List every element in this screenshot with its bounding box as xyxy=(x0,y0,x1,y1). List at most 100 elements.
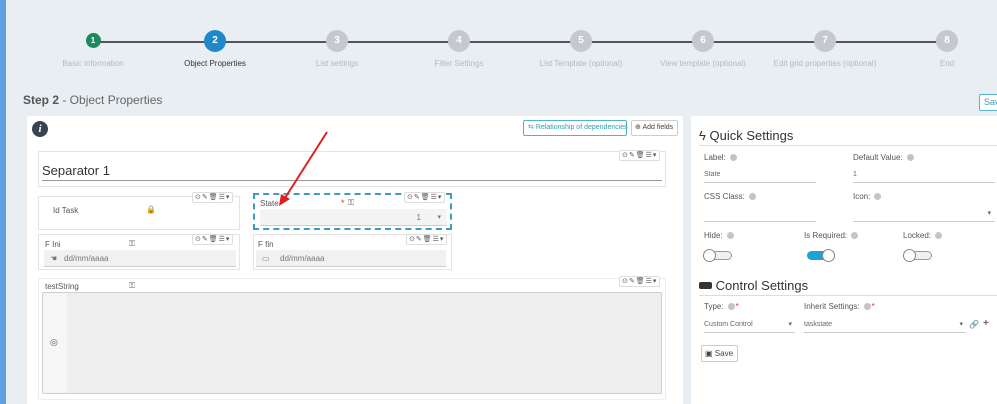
chevron-down-icon: ▾ xyxy=(788,321,792,328)
relationship-dependencies-button[interactable]: ⇆ Relationship of dependencies xyxy=(523,120,628,136)
toggle-knob xyxy=(822,249,835,262)
state-select[interactable]: 1 ▾ xyxy=(260,209,447,226)
f-ini-tools[interactable]: ⊙✎🗑☰▾ xyxy=(192,234,234,245)
step-prefix: Step 2 xyxy=(23,93,60,107)
separator-title: Separator 1 xyxy=(42,163,110,178)
f-ini-placeholder: dd/mm/aaaa xyxy=(64,254,109,263)
locked-label: Locked: xyxy=(903,231,943,240)
quick-settings-divider xyxy=(699,145,997,146)
type-select[interactable]: Custom Control ▾ xyxy=(704,319,795,333)
icon-select[interactable]: ▾ xyxy=(853,208,995,222)
plus-icon[interactable]: + xyxy=(983,318,989,329)
chevron-down-icon: ▾ xyxy=(959,321,963,328)
step-8[interactable]: 8 End xyxy=(877,30,997,68)
is-required-label: Is Required: xyxy=(804,231,859,240)
settings-panel: ϟ Quick Settings Label: State Default Va… xyxy=(691,116,997,404)
css-class-input[interactable] xyxy=(704,208,816,222)
relationship-icon: ⇆ xyxy=(528,124,534,131)
save-icon: ▣ xyxy=(705,349,713,358)
add-fields-label: Add fields xyxy=(642,124,674,131)
chevron-down-icon: ▾ xyxy=(437,214,441,221)
test-string-textarea[interactable]: ◎ xyxy=(42,292,662,394)
step-3-circle: 3 xyxy=(326,30,348,52)
test-string-label: testString xyxy=(45,282,79,291)
help-icon xyxy=(729,154,737,161)
step-2[interactable]: 2 Object Properties xyxy=(145,30,285,68)
inherit-settings-select[interactable]: taskstate ▾ xyxy=(804,319,966,333)
step-5-label: List Template (optional) xyxy=(539,59,623,68)
state-tools[interactable]: ⊙✎🗑☰▾ xyxy=(404,192,446,203)
label-input[interactable]: State xyxy=(704,169,816,183)
info-icon[interactable]: i xyxy=(32,121,48,137)
step-4-label: Filter Settings xyxy=(434,59,484,68)
step-6-label: View template (optional) xyxy=(660,59,746,68)
id-task-label: Id Task xyxy=(53,206,79,215)
hide-toggle[interactable] xyxy=(703,249,732,262)
toggle-knob xyxy=(703,249,716,262)
key-icon: ⚿ xyxy=(129,239,136,248)
locked-label-text: Locked: xyxy=(903,231,932,240)
help-icon xyxy=(863,303,871,310)
save-button-top[interactable]: Sav xyxy=(979,94,997,111)
css-class-label-text: CSS Class: xyxy=(704,192,745,201)
hdd-icon xyxy=(699,282,712,289)
step-3[interactable]: 3 List settings xyxy=(267,30,407,68)
step-1-label: Basic information xyxy=(62,59,124,68)
step-6-circle: 6 xyxy=(692,30,714,52)
f-fin-tools[interactable]: ⊙✎🗑☰▾ xyxy=(406,234,448,245)
type-select-value: Custom Control xyxy=(704,321,753,328)
link-icon[interactable]: 🔗 xyxy=(969,320,979,329)
default-value-input[interactable]: 1 xyxy=(853,169,995,183)
test-string-tools[interactable]: ⊙✎🗑☰▾ xyxy=(619,276,661,287)
step-2-circle: 2 xyxy=(204,30,226,52)
separator-line xyxy=(42,180,662,181)
step-1-circle: 1 xyxy=(85,33,101,48)
step-title-text: - Object Properties xyxy=(59,93,163,107)
key-icon: ⚿ xyxy=(129,281,136,290)
f-ini-date-input[interactable]: ☚ dd/mm/aaaa xyxy=(44,250,236,267)
type-label: Type: * xyxy=(704,302,739,311)
lock-icon: 🔒 xyxy=(146,205,156,214)
id-task-tools[interactable]: ⊙✎🗑☰▾ xyxy=(192,192,234,203)
step-6[interactable]: 6 View template (optional) xyxy=(633,30,773,68)
f-fin-date-input[interactable]: ▭ dd/mm/aaaa xyxy=(256,250,446,267)
save-button[interactable]: ▣ Save xyxy=(701,345,738,362)
help-icon xyxy=(748,193,756,200)
state-required-mark: * xyxy=(341,198,345,208)
textarea-side: ◎ xyxy=(43,293,67,393)
plus-circle-icon: ⊕ xyxy=(635,124,641,131)
calendar-icon: ▭ xyxy=(262,254,270,263)
inherit-settings-label: Inherit Settings: * xyxy=(804,302,875,311)
lightning-icon: ϟ xyxy=(699,128,706,143)
step-7[interactable]: 7 Edit grid properties (optional) xyxy=(755,30,895,68)
step-4[interactable]: 4 Filter Settings xyxy=(389,30,529,68)
label-label-text: Label: xyxy=(704,153,726,162)
state-select-value: 1 xyxy=(416,213,421,222)
is-required-label-text: Is Required: xyxy=(804,231,848,240)
css-class-label: CSS Class: xyxy=(704,192,756,201)
help-icon xyxy=(851,232,859,239)
step-2-label: Object Properties xyxy=(184,59,246,68)
step-8-circle: 8 xyxy=(936,30,958,52)
type-label-text: Type: xyxy=(704,302,724,311)
label-label: Label: xyxy=(704,153,737,162)
separator-block[interactable] xyxy=(38,151,666,187)
wizard-stepper: 1 Basic information 2 Object Properties … xyxy=(0,0,997,82)
step-1[interactable]: 1 Basic information xyxy=(23,30,163,68)
add-fields-button[interactable]: ⊕ Add fields xyxy=(631,120,678,136)
hide-label: Hide: xyxy=(704,231,734,240)
control-settings-header: Control Settings xyxy=(699,278,808,293)
separator-tools[interactable]: ⊙✎🗑☰▾ xyxy=(619,150,661,161)
chevron-down-icon: ▾ xyxy=(987,210,991,217)
step-3-label: List settings xyxy=(315,59,359,68)
step-5[interactable]: 5 List Template (optional) xyxy=(511,30,651,68)
is-required-toggle[interactable] xyxy=(807,249,835,262)
control-settings-title: Control Settings xyxy=(715,278,809,293)
locked-toggle[interactable] xyxy=(903,249,932,262)
annotation-arrow-icon xyxy=(279,131,328,206)
step-4-circle: 4 xyxy=(448,30,470,52)
f-fin-placeholder: dd/mm/aaaa xyxy=(280,254,325,263)
step-8-label: End xyxy=(939,59,955,68)
quick-settings-title: Quick Settings xyxy=(709,128,794,143)
form-designer-panel: i ⇆ Relationship of dependencies ⊕ Add f… xyxy=(27,116,683,404)
